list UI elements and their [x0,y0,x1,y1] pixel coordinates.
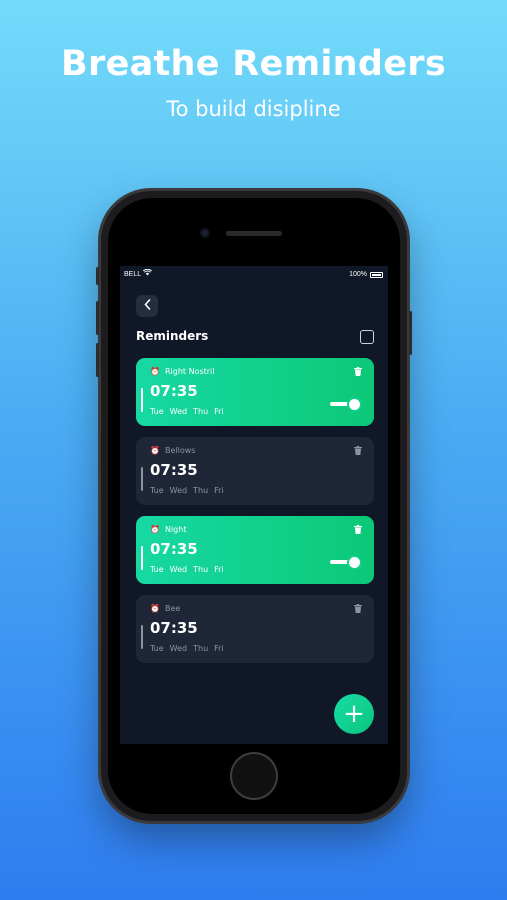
back-button[interactable] [136,295,158,317]
reminder-accent-bar [141,388,143,412]
toggle-knob [349,557,360,568]
trash-icon[interactable] [354,525,362,537]
reminder-accent-bar [141,467,143,491]
reminder-card[interactable]: ⏰ Right Nostril 07:35 Tue Wed Thu Fri [136,358,374,426]
trash-icon[interactable] [354,367,362,379]
promo-subline: To build disipline [166,97,341,121]
volume-up-button [96,301,99,335]
wifi-icon [142,268,153,278]
reminder-label-row: ⏰ Right Nostril [150,367,215,376]
reminder-accent-bar [141,625,143,649]
reminder-time: 07:35 [150,461,198,479]
reminder-days: Tue Wed Thu Fri [150,407,230,416]
toggle-knob [349,399,360,410]
app-screen: BELL 100% Reminders ⏰ Right Nostril 07:3… [120,266,388,744]
reminder-toggle[interactable] [330,399,360,410]
day-label: Thu [193,565,209,574]
day-label: Fri [214,486,224,495]
select-all-checkbox[interactable] [360,330,374,344]
day-label: Tue [150,407,164,416]
reminder-name: Bellows [164,446,196,455]
volume-down-button [96,343,99,377]
day-label: Wed [169,486,188,495]
front-camera [200,228,210,238]
day-label: Fri [214,407,224,416]
alarm-clock-icon: ⏰ [150,604,160,613]
reminder-name: Night [164,525,187,534]
home-button[interactable] [230,752,278,800]
reminder-time: 07:35 [150,619,198,637]
reminder-label-row: ⏰ Bellows [150,446,195,455]
alarm-clock-icon: ⏰ [150,446,160,455]
trash-icon[interactable] [354,604,362,616]
day-label: Fri [214,565,224,574]
mute-switch [96,267,99,285]
reminder-name: Bee [164,604,181,613]
status-bar: BELL 100% [120,268,388,282]
reminder-name: Right Nostril [164,367,215,376]
alarm-clock-icon: ⏰ [150,367,160,376]
day-label: Tue [150,565,164,574]
add-reminder-button[interactable]: + [334,694,374,734]
reminder-days: Tue Wed Thu Fri [150,486,230,495]
reminder-time: 07:35 [150,382,198,400]
reminder-card[interactable]: ⏰ Night 07:35 Tue Wed Thu Fri [136,516,374,584]
day-label: Fri [214,644,224,653]
power-button [409,311,412,355]
reminder-label-row: ⏰ Bee [150,604,180,613]
page-title: Reminders [136,329,209,343]
chevron-left-icon [143,298,151,314]
reminder-card[interactable]: ⏰ Bee 07:35 Tue Wed Thu Fri [136,595,374,663]
day-label: Tue [150,644,164,653]
day-label: Wed [169,565,188,574]
carrier-label: BELL [124,271,142,278]
promo-headline: Breathe Reminders [61,44,446,84]
reminder-card[interactable]: ⏰ Bellows 07:35 Tue Wed Thu Fri [136,437,374,505]
battery-percentage: 100% [349,271,367,278]
alarm-clock-icon: ⏰ [150,525,160,534]
battery-icon [370,272,383,278]
day-label: Thu [193,486,209,495]
reminder-time: 07:35 [150,540,198,558]
day-label: Thu [193,644,209,653]
reminder-days: Tue Wed Thu Fri [150,565,230,574]
phone-frame: BELL 100% Reminders ⏰ Right Nostril 07:3… [96,191,412,821]
day-label: Wed [169,644,188,653]
trash-icon[interactable] [354,446,362,458]
reminder-accent-bar [141,546,143,570]
day-label: Wed [169,407,188,416]
reminder-toggle[interactable] [330,557,360,568]
day-label: Thu [193,407,209,416]
reminder-label-row: ⏰ Night [150,525,186,534]
plus-icon: + [343,699,365,729]
earpiece-speaker [226,231,282,236]
day-label: Tue [150,486,164,495]
reminder-days: Tue Wed Thu Fri [150,644,230,653]
